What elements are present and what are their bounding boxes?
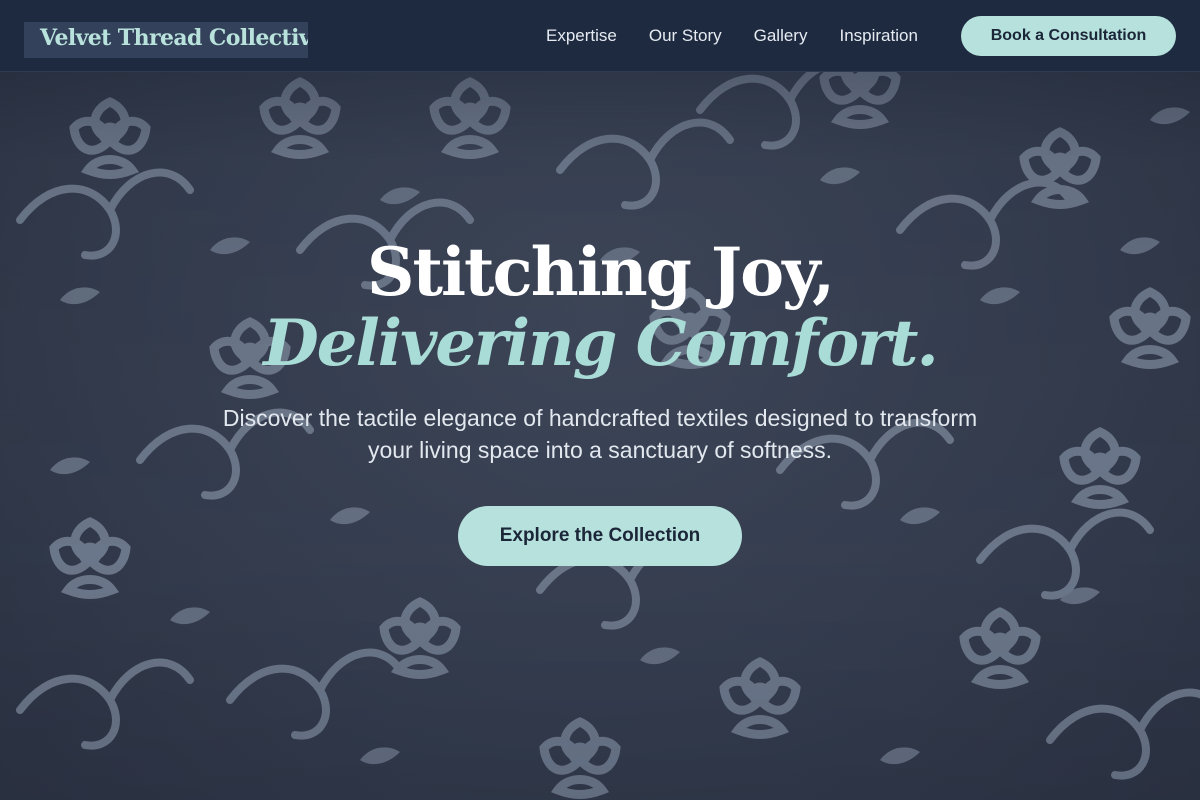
nav-link-gallery[interactable]: Gallery <box>750 22 812 50</box>
nav-link-inspiration[interactable]: Inspiration <box>835 22 921 50</box>
hero-section: Stitching Joy, Delivering Comfort. Disco… <box>0 72 1200 800</box>
explore-collection-button[interactable]: Explore the Collection <box>458 506 742 566</box>
hero-headline-line1: Stitching Joy, <box>366 233 835 311</box>
hero-headline-line2: Delivering Comfort. <box>263 306 938 381</box>
nav-link-expertise[interactable]: Expertise <box>542 22 621 50</box>
hero-subtext: Discover the tactile elegance of handcra… <box>222 405 978 463</box>
book-consultation-button[interactable]: Book a Consultation <box>961 16 1176 56</box>
nav-link-our-story[interactable]: Our Story <box>645 22 726 50</box>
main-nav: Expertise Our Story Gallery Inspiration <box>530 0 934 72</box>
site-header: Velvet Thread Collective Expertise Our S… <box>0 0 1200 72</box>
site-logo[interactable]: Velvet Thread Collective <box>24 22 308 58</box>
